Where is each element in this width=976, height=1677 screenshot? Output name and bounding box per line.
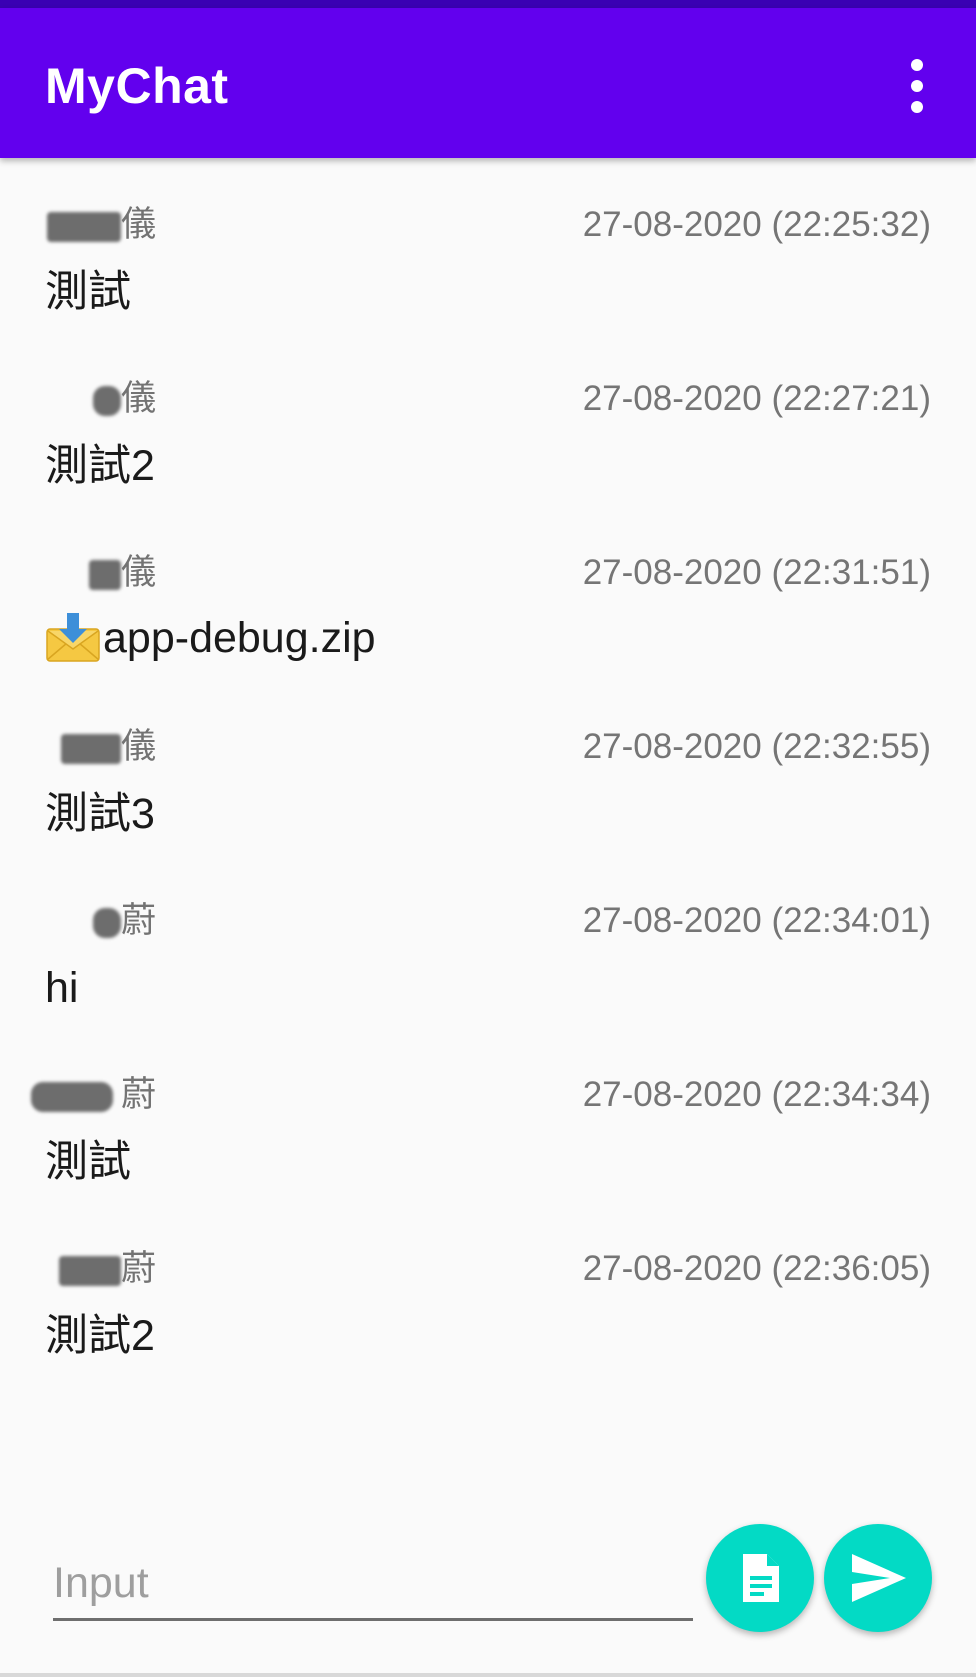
sender-name: 儀 bbox=[45, 378, 175, 422]
file-attachment[interactable]: app-debug.zip bbox=[45, 610, 376, 666]
sender-name: 儀 bbox=[45, 552, 175, 596]
redacted-name bbox=[47, 212, 121, 242]
app-title: MyChat bbox=[45, 58, 229, 114]
message-item: 蔚 27-08-2020 (22:34:01) hi bbox=[0, 854, 976, 1028]
sender-name-char: 蔚 bbox=[121, 1249, 157, 1289]
message-timestamp: 27-08-2020 (22:31:51) bbox=[582, 553, 931, 592]
message-item: 儀 27-08-2020 (22:31:51) app-debug.zip bbox=[0, 506, 976, 680]
message-input-field[interactable] bbox=[53, 1548, 693, 1621]
sender-name-char: 儀 bbox=[121, 379, 157, 419]
message-timestamp: 27-08-2020 (22:27:21) bbox=[582, 379, 931, 418]
message-text: 測試 bbox=[45, 1138, 131, 1186]
message-timestamp: 27-08-2020 (22:34:01) bbox=[582, 901, 931, 940]
sender-name-char: 蔚 bbox=[121, 1075, 157, 1115]
more-vert-icon[interactable] bbox=[892, 53, 942, 119]
message-timestamp: 27-08-2020 (22:25:32) bbox=[582, 205, 931, 244]
message-text: 測試 bbox=[45, 268, 131, 316]
sender-name-char: 儀 bbox=[121, 727, 157, 767]
message-timestamp: 27-08-2020 (22:32:55) bbox=[582, 727, 931, 766]
sender-name: 蔚 bbox=[45, 1248, 175, 1292]
message-text: 測試2 bbox=[45, 1312, 155, 1360]
message-input[interactable] bbox=[53, 1548, 693, 1618]
message-item: 蔚 27-08-2020 (22:36:05) 測試2 bbox=[0, 1202, 976, 1376]
redacted-name bbox=[31, 1082, 113, 1112]
sender-name: 儀 bbox=[45, 726, 175, 770]
redacted-name bbox=[93, 908, 121, 938]
message-timestamp: 27-08-2020 (22:36:05) bbox=[582, 1249, 931, 1288]
redacted-name bbox=[59, 1256, 121, 1286]
sender-name-char: 蔚 bbox=[121, 901, 157, 941]
message-item: 儀 27-08-2020 (22:25:32) 測試 bbox=[0, 158, 976, 332]
app-bar: MyChat bbox=[0, 8, 976, 158]
message-composer bbox=[0, 1508, 976, 1677]
sender-name: 蔚 bbox=[31, 1074, 175, 1118]
message-text: 測試3 bbox=[45, 790, 155, 838]
file-name: app-debug.zip bbox=[103, 614, 376, 662]
message-item: 蔚 27-08-2020 (22:34:34) 測試 bbox=[0, 1028, 976, 1202]
message-item: 儀 27-08-2020 (22:32:55) 測試3 bbox=[0, 680, 976, 854]
send-button[interactable] bbox=[824, 1524, 932, 1632]
bottom-edge bbox=[0, 1673, 976, 1677]
message-item: 儀 27-08-2020 (22:27:21) 測試2 bbox=[0, 332, 976, 506]
attach-file-button[interactable] bbox=[706, 1524, 814, 1632]
message-list[interactable]: 儀 27-08-2020 (22:25:32) 測試 儀 27-08-2020 … bbox=[0, 158, 976, 1508]
sender-name: 儀 bbox=[45, 204, 175, 248]
sender-name-char: 儀 bbox=[121, 553, 157, 593]
redacted-name bbox=[93, 386, 121, 416]
message-timestamp: 27-08-2020 (22:34:34) bbox=[582, 1075, 931, 1114]
menu-dot bbox=[911, 101, 923, 113]
menu-dot bbox=[911, 80, 923, 92]
redacted-name bbox=[61, 734, 121, 764]
message-text: 測試2 bbox=[45, 442, 155, 490]
send-icon bbox=[852, 1554, 906, 1602]
sender-name-char: 儀 bbox=[121, 205, 157, 245]
status-bar bbox=[0, 0, 976, 8]
redacted-name bbox=[89, 560, 121, 590]
sender-name: 蔚 bbox=[45, 900, 175, 944]
incoming-envelope-icon bbox=[45, 613, 101, 663]
document-icon bbox=[743, 1554, 779, 1602]
message-text: hi bbox=[45, 964, 79, 1012]
menu-dot bbox=[911, 59, 923, 71]
